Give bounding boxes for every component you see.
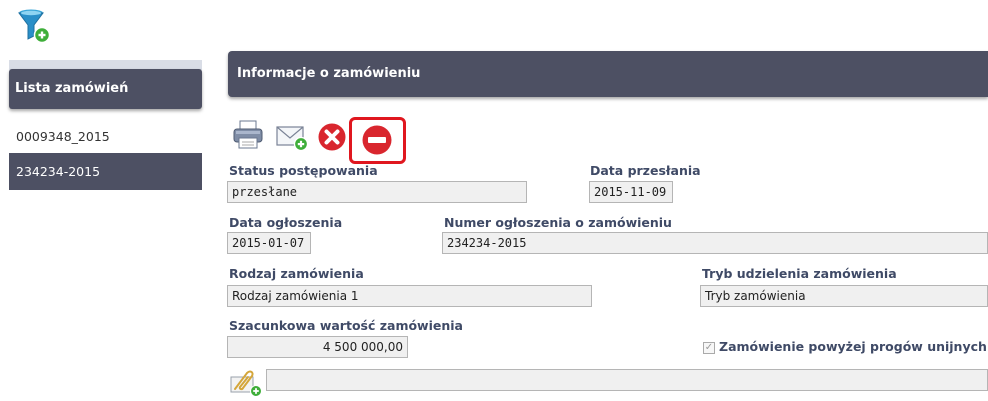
status-label: Status postępowania bbox=[229, 163, 378, 178]
rodzaj-label: Rodzaj zamówienia bbox=[229, 266, 364, 281]
envelope-add-icon[interactable] bbox=[276, 124, 310, 152]
data-przeslania-label: Data przesłania bbox=[590, 163, 701, 178]
numer-ogloszenia-label: Numer ogłoszenia o zamówieniu bbox=[444, 215, 672, 230]
sidebar-item-234234-2015[interactable]: 234234-2015 bbox=[9, 153, 202, 190]
status-field: przesłane bbox=[227, 181, 527, 203]
printer-icon[interactable] bbox=[232, 120, 264, 150]
page-title: Informacje o zamówieniu bbox=[228, 51, 988, 97]
data-ogloszenia-label: Data ogłoszenia bbox=[229, 215, 343, 230]
attachment-add-icon[interactable] bbox=[229, 369, 265, 397]
wartosc-field: 4 500 000,00 bbox=[227, 336, 408, 358]
attachment-field[interactable] bbox=[266, 369, 988, 391]
rodzaj-field: Rodzaj zamówienia 1 bbox=[227, 285, 592, 307]
wartosc-label: Szacunkowa wartość zamówienia bbox=[229, 318, 463, 333]
minus-circle-icon[interactable] bbox=[361, 124, 393, 156]
progi-checkbox[interactable]: ✓ bbox=[703, 342, 715, 354]
data-przeslania-field: 2015-11-09 bbox=[589, 181, 673, 203]
sidebar-item-0009348-2015[interactable]: 0009348_2015 bbox=[9, 118, 202, 155]
numer-ogloszenia-field: 234234-2015 bbox=[442, 232, 988, 254]
delete-x-icon[interactable] bbox=[317, 122, 347, 152]
tryb-field: Tryb zamówienia bbox=[700, 285, 988, 307]
tryb-label: Tryb udzielenia zamówienia bbox=[702, 266, 897, 281]
data-ogloszenia-field: 2015-01-07 bbox=[227, 232, 311, 254]
progi-label: Zamówienie powyżej progów unijnych bbox=[719, 339, 987, 354]
sidebar-title: Lista zamówień bbox=[9, 69, 202, 109]
filter-add-icon[interactable] bbox=[16, 8, 56, 44]
